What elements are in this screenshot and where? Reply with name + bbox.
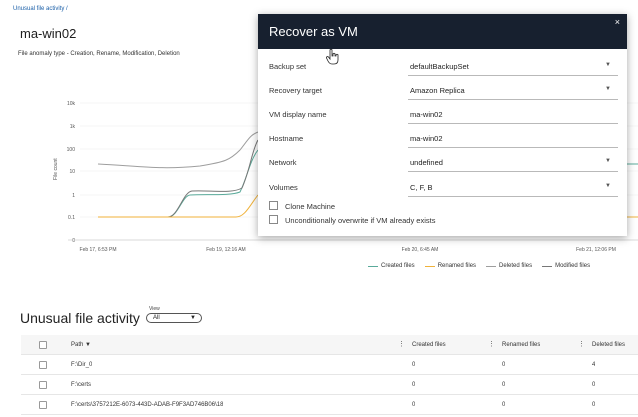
table-header-row: Path ▼ ⋮ Created files ⋮ Renamed files ⋮… bbox=[21, 335, 638, 355]
chevron-down-icon[interactable]: ▼ bbox=[605, 183, 611, 189]
legend-item-created[interactable]: Created files bbox=[368, 263, 415, 269]
legend-item-modified[interactable]: Modified files bbox=[542, 263, 590, 269]
select-all-checkbox[interactable] bbox=[39, 341, 47, 349]
backup-set-field[interactable]: Backup set defaultBackupSet ▼ bbox=[258, 57, 627, 77]
y-tick-label: 10k bbox=[67, 101, 76, 107]
view-label: View bbox=[149, 306, 160, 312]
vm-display-name-field[interactable]: VM display name ma-win02 bbox=[258, 105, 627, 125]
page-root: Unusual file activity / ma-win02 File an… bbox=[0, 0, 638, 417]
field-label: VM display name bbox=[269, 110, 327, 119]
volumes-field[interactable]: Volumes C, F, B ▼ bbox=[258, 178, 627, 198]
field-underline bbox=[408, 147, 618, 148]
column-menu-icon[interactable]: ⋮ bbox=[578, 335, 585, 355]
network-select[interactable]: undefined bbox=[410, 158, 443, 167]
clone-machine-checkbox[interactable] bbox=[269, 201, 278, 210]
field-underline bbox=[408, 123, 618, 124]
x-tick-label: Feb 19, 12:16 AM bbox=[206, 247, 245, 253]
hostname-input[interactable]: ma-win02 bbox=[410, 134, 443, 143]
column-header-deleted[interactable]: Deleted files bbox=[592, 335, 625, 355]
y-axis-label: File count bbox=[53, 158, 59, 180]
y-tick-label: 100 bbox=[67, 147, 76, 153]
volumes-select[interactable]: C, F, B bbox=[410, 183, 433, 192]
y-tick-label: 10 bbox=[69, 169, 75, 175]
dialog-header: Recover as VM × bbox=[258, 14, 627, 49]
column-header-created[interactable]: Created files bbox=[412, 335, 446, 355]
chevron-down-icon[interactable]: ▼ bbox=[605, 158, 611, 164]
cell-deleted: 0 bbox=[592, 402, 596, 408]
y-tick-label: 1 bbox=[72, 193, 75, 199]
x-axis-ticks: Feb 17, 6:53 PM Feb 19, 12:16 AM Feb 20, 6… bbox=[80, 247, 616, 253]
field-underline bbox=[408, 75, 618, 76]
cell-deleted: 0 bbox=[592, 382, 596, 388]
chevron-down-icon: ▼ bbox=[190, 315, 196, 321]
chevron-down-icon[interactable]: ▼ bbox=[605, 86, 611, 92]
recover-as-vm-dialog: Recover as VM × Backup set defaultBackup… bbox=[258, 14, 627, 236]
cell-deleted: 4 bbox=[592, 362, 596, 368]
cell-renamed: 0 bbox=[502, 402, 506, 408]
table-row[interactable]: F:\certs\3757212E-6073-443D-ADAB-F9F3AD7… bbox=[21, 395, 638, 415]
backup-set-select[interactable]: defaultBackupSet bbox=[410, 62, 469, 71]
field-underline bbox=[408, 171, 618, 172]
cell-created: 0 bbox=[412, 402, 416, 408]
column-menu-icon[interactable]: ⋮ bbox=[398, 335, 405, 355]
hand-cursor-icon bbox=[326, 49, 339, 65]
clone-machine-label[interactable]: Clone Machine bbox=[285, 202, 335, 211]
row-checkbox[interactable] bbox=[39, 381, 47, 389]
x-tick-label: Feb 21, 12:06 PM bbox=[576, 247, 616, 253]
vm-display-name-input[interactable]: ma-win02 bbox=[410, 110, 443, 119]
dialog-title: Recover as VM bbox=[269, 24, 358, 39]
section-title: Unusual file activity bbox=[20, 310, 140, 326]
cell-created: 0 bbox=[412, 362, 416, 368]
cell-created: 0 bbox=[412, 382, 416, 388]
column-menu-icon[interactable]: ⋮ bbox=[488, 335, 495, 355]
y-tick-label: 1k bbox=[70, 124, 76, 130]
column-header-renamed[interactable]: Renamed files bbox=[502, 335, 540, 355]
hostname-field[interactable]: Hostname ma-win02 bbox=[258, 129, 627, 149]
cell-path[interactable]: F:\Dir_0 bbox=[71, 355, 92, 375]
cell-path[interactable]: F:\certs bbox=[71, 375, 91, 395]
cell-renamed: 0 bbox=[502, 362, 506, 368]
series-line-renamed bbox=[98, 194, 259, 218]
legend-item-deleted[interactable]: Deleted files bbox=[486, 263, 532, 269]
row-checkbox[interactable] bbox=[39, 401, 47, 409]
row-checkbox[interactable] bbox=[39, 361, 47, 369]
chevron-down-icon[interactable]: ▼ bbox=[605, 62, 611, 68]
x-tick-label: Feb 17, 6:53 PM bbox=[80, 247, 117, 253]
field-label: Hostname bbox=[269, 134, 304, 143]
table-row[interactable]: F:\Dir_0 0 0 4 bbox=[21, 355, 638, 375]
view-select-value: All bbox=[153, 315, 160, 321]
field-label: Backup set bbox=[269, 62, 307, 71]
file-activity-table: Path ▼ ⋮ Created files ⋮ Renamed files ⋮… bbox=[21, 335, 638, 415]
x-tick-label: Feb 20, 6:45 AM bbox=[402, 247, 439, 253]
cell-renamed: 0 bbox=[502, 382, 506, 388]
series-line-modified bbox=[98, 139, 259, 218]
field-underline bbox=[408, 99, 618, 100]
view-select[interactable]: All ▼ bbox=[146, 313, 202, 323]
y-tick-label: 0.1 bbox=[68, 215, 75, 221]
close-icon[interactable]: × bbox=[615, 17, 620, 27]
field-label: Recovery target bbox=[269, 86, 322, 95]
table-row[interactable]: F:\certs 0 0 0 bbox=[21, 375, 638, 395]
y-tick-label: 0 bbox=[72, 238, 75, 244]
series-line-created bbox=[98, 149, 259, 218]
network-field[interactable]: Network undefined ▼ bbox=[258, 153, 627, 173]
chart-legend: Created files Renamed files Deleted file… bbox=[368, 263, 590, 269]
column-header-path[interactable]: Path ▼ bbox=[71, 335, 91, 355]
recovery-target-select[interactable]: Amazon Replica bbox=[410, 86, 465, 95]
field-label: Volumes bbox=[269, 183, 298, 192]
field-label: Network bbox=[269, 158, 297, 167]
legend-item-renamed[interactable]: Renamed files bbox=[424, 263, 476, 269]
overwrite-vm-checkbox[interactable] bbox=[269, 215, 278, 224]
field-underline bbox=[408, 196, 618, 197]
recovery-target-field[interactable]: Recovery target Amazon Replica ▼ bbox=[258, 81, 627, 101]
overwrite-vm-label[interactable]: Unconditionally overwrite if VM already … bbox=[285, 216, 435, 225]
series-line-deleted bbox=[97, 131, 259, 169]
cell-path[interactable]: F:\certs\3757212E-6073-443D-ADAB-F9F3AD7… bbox=[71, 395, 223, 415]
